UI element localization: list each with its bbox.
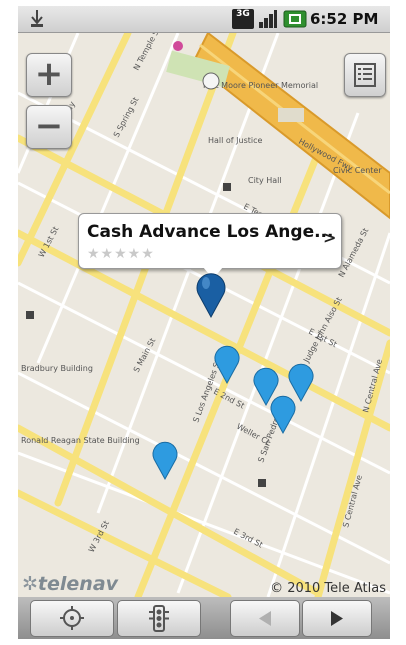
signal-icon <box>259 10 277 28</box>
traffic-light-icon <box>149 605 169 632</box>
3g-icon: 3G <box>232 9 254 29</box>
map-copyright: © 2010 Tele Atlas <box>270 581 386 596</box>
callout-title: Cash Advance Los Ange... <box>87 222 334 242</box>
svg-text:Fort Moore Pioneer Memorial: Fort Moore Pioneer Memorial <box>203 81 318 90</box>
next-button[interactable] <box>302 600 372 637</box>
arrow-right-icon <box>331 611 343 626</box>
crosshair-icon <box>60 606 84 630</box>
svg-text:Ronald Reagan State Building: Ronald Reagan State Building <box>21 436 140 445</box>
list-view-button[interactable] <box>344 53 386 97</box>
zoom-out-button[interactable]: − <box>26 105 72 149</box>
status-time: 6:52 PM <box>310 10 379 28</box>
zoom-in-button[interactable]: + <box>26 53 72 97</box>
telenav-swirl-icon: ✲ <box>22 573 38 595</box>
svg-text:Bradbury Building: Bradbury Building <box>21 364 93 373</box>
traffic-button[interactable] <box>117 600 201 637</box>
status-bar: 3G 6:52 PM <box>18 6 390 33</box>
previous-button[interactable] <box>230 600 300 637</box>
svg-text:Hall of Justice: Hall of Justice <box>208 136 263 145</box>
locate-me-button[interactable] <box>30 600 114 637</box>
telenav-logo: ✲telenav <box>22 573 119 595</box>
svg-text:Civic Center: Civic Center <box>333 166 382 175</box>
rating-stars: ★★★★★ <box>87 246 155 262</box>
place-callout[interactable]: Cash Advance Los Ange... ★★★★★ > <box>78 213 342 279</box>
list-icon <box>354 63 376 87</box>
arrow-left-icon <box>259 611 271 626</box>
callout-chevron-icon[interactable]: > <box>323 228 336 247</box>
map-pin-selected[interactable] <box>194 269 228 319</box>
svg-text:N Temple St: N Temple St <box>132 33 162 72</box>
map-pin[interactable] <box>150 437 180 481</box>
bottom-toolbar <box>18 597 390 639</box>
svg-text:City Hall: City Hall <box>248 176 282 185</box>
battery-icon <box>283 10 307 28</box>
map-view[interactable]: S Broadway S Spring St N Temple St Holly… <box>18 33 390 597</box>
map-pin[interactable] <box>212 341 242 385</box>
phone-screen: 3G 6:52 PM S Spring St N Temple St Holly… <box>18 6 390 639</box>
map-pin[interactable] <box>268 391 298 435</box>
usb-icon <box>31 10 43 27</box>
